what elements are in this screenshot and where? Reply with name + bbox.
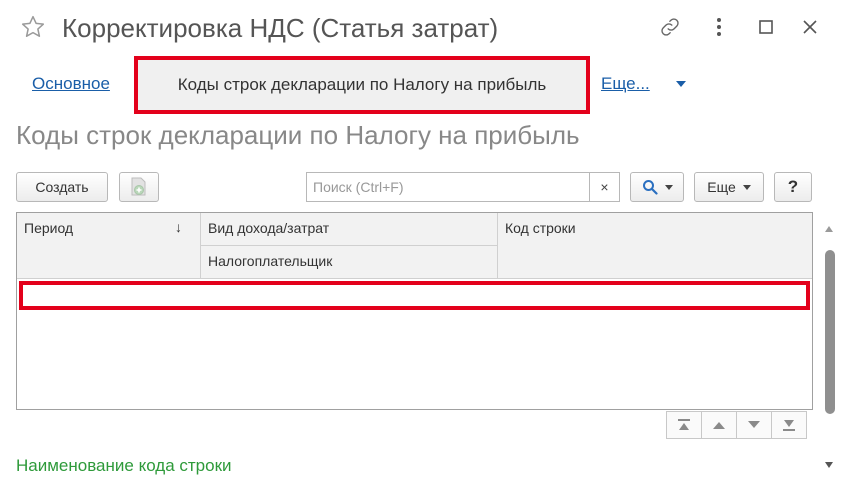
chevron-down-icon [664,184,673,190]
scroll-up-button[interactable] [701,411,737,439]
star-icon[interactable] [20,14,46,40]
table-pager [666,411,807,439]
nav-more-link[interactable]: Еще... [601,74,650,94]
chevron-down-icon[interactable] [676,81,686,87]
title-bar: Корректировка НДС (Статья затрат) [0,0,847,56]
scroll-to-top-button[interactable] [666,411,702,439]
search-input[interactable]: Поиск (Ctrl+F) [306,172,590,202]
form-scrollbar[interactable] [822,218,836,476]
chevron-down-icon [742,184,751,190]
column-header-line-code[interactable]: Код строки [498,213,812,279]
more-actions-button[interactable]: Еще [694,172,764,202]
window-title: Корректировка НДС (Статья затрат) [62,13,499,43]
table-row[interactable] [19,281,810,310]
scroll-down-arrow-icon[interactable] [825,462,833,468]
create-button[interactable]: Создать [16,172,108,202]
add-copy-button[interactable] [119,172,159,202]
last-page-icon [783,420,795,431]
scroll-up-arrow-icon[interactable] [825,226,833,232]
close-icon[interactable] [797,14,823,40]
section-title: Коды строк декларации по Налогу на прибы… [16,120,580,150]
scroll-to-bottom-button[interactable] [771,411,807,439]
search-clear-button[interactable]: × [590,172,620,202]
first-page-icon [678,419,690,430]
scroll-down-button[interactable] [736,411,772,439]
link-icon[interactable] [657,14,683,40]
scrollbar-thumb[interactable] [825,250,835,414]
more-actions-label: Еще [707,179,736,195]
more-vertical-icon[interactable] [706,14,732,40]
sort-arrow-icon: ↓ [175,219,182,235]
nav-tab-declaration-codes[interactable]: Коды строк декларации по Налогу на прибы… [134,56,590,114]
column-header-period-label: Период [24,220,74,236]
line-code-name-label: Наименование кода строки [16,456,232,475]
toolbar: Создать Поиск (Ctrl+F) × Еще ? [0,172,847,204]
search-options-button[interactable] [630,172,684,202]
nav-main-link[interactable]: Основное [32,74,110,94]
column-header-taxpayer[interactable]: Налогоплательщик [201,246,498,279]
maximize-icon[interactable] [753,14,779,40]
arrow-up-icon [713,422,725,429]
search-icon [642,180,658,195]
help-button[interactable]: ? [774,172,812,202]
column-header-income-expense-type[interactable]: Вид дохода/затрат [201,213,498,246]
arrow-down-icon [748,421,760,428]
declaration-codes-table: Период ↓ Вид дохода/затрат Налогоплатель… [16,212,813,410]
column-header-period[interactable]: Период ↓ [17,213,201,279]
add-copy-icon [131,177,146,196]
